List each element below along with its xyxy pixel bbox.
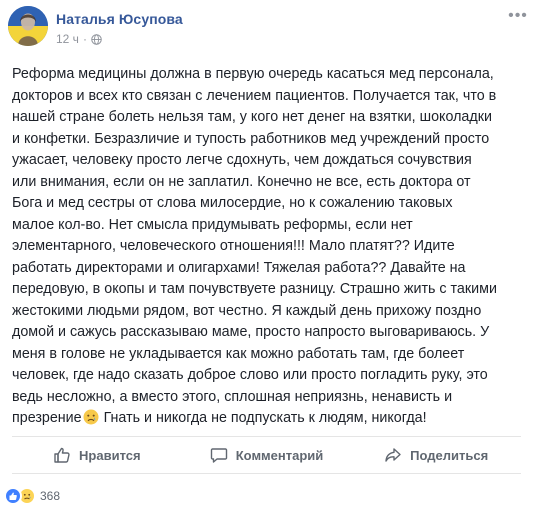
text-line: жестокими людьми рядом, вот честно. Я ка… — [12, 302, 482, 319]
text-line: передовую, в окопы и там почувствуете ра… — [12, 281, 497, 297]
text-line: малое кол-во. Нет смысла придумывать реф… — [12, 216, 413, 233]
comment-label: Комментарий — [235, 447, 324, 463]
post-meta: 12 ч · — [56, 32, 102, 46]
share-button[interactable]: Поделиться — [351, 437, 521, 473]
like-label: Нравится — [79, 447, 141, 463]
more-options-icon[interactable]: ••• — [508, 8, 528, 24]
text-line: докторов и всех кто связан с лечением па… — [12, 87, 497, 104]
text-segment: презрение — [12, 410, 82, 426]
author-name[interactable]: Наталья Юсупова — [56, 11, 183, 27]
sad-face-emoji-icon — [83, 409, 99, 425]
post-time[interactable]: 12 ч — [56, 32, 79, 46]
text-line: и конфетки. Безразличие и тупость работн… — [12, 130, 490, 147]
share-arrow-icon — [385, 448, 401, 462]
text-line: элементарного, человеческого отношения!!… — [12, 238, 455, 254]
avatar-image — [8, 6, 48, 46]
comment-button[interactable]: Комментарий — [182, 437, 352, 473]
speech-bubble-icon — [210, 448, 227, 463]
actions-divider-bottom — [12, 473, 521, 474]
text-line-last: презрение Гнать и никогда не подпускать … — [12, 408, 524, 430]
text-line: Реформа медицины должна в первую очередь… — [12, 66, 494, 82]
post-card: Наталья Юсупова 12 ч · ••• Реформа медиц… — [0, 0, 533, 511]
text-line: или внимания, если он не заплатил. Конеч… — [12, 173, 471, 190]
text-line: ведь несложно, а вместо этого, сплошная … — [12, 388, 453, 405]
thumbs-up-icon — [54, 447, 70, 463]
share-label: Поделиться — [410, 447, 489, 463]
post-text: Реформа медицины должна в первую очередь… — [12, 64, 524, 430]
like-reaction-icon — [4, 487, 22, 505]
text-line: меня в голове не укладывается как можно … — [12, 345, 465, 362]
meta-separator: · — [82, 32, 87, 46]
text-line: Бога и мед сестры от слова милосердие, н… — [12, 195, 453, 211]
text-line: домой и сажусь рассказываю маме, просто … — [12, 324, 490, 340]
text-line: ужасает, человеку просто легче сдохнуть,… — [12, 152, 472, 168]
text-line: человек, где надо сказать доброе слово и… — [12, 367, 488, 383]
reaction-count[interactable]: 368 — [40, 489, 60, 503]
text-line: работать директорами и олигархами! Тяжел… — [12, 259, 466, 276]
action-bar: Нравится Комментарий Поделиться — [12, 437, 521, 473]
like-button[interactable]: Нравится — [12, 437, 182, 473]
text-segment: Гнать и никогда не подпускать к людям, н… — [99, 410, 427, 426]
post-header: Наталья Юсупова 12 ч · ••• — [8, 6, 528, 54]
reactions-summary[interactable]: 368 — [4, 487, 60, 505]
text-line: нашей стране болеть нельзя там, у кого н… — [12, 109, 492, 125]
avatar[interactable] — [8, 6, 48, 46]
globe-icon[interactable] — [91, 33, 102, 45]
